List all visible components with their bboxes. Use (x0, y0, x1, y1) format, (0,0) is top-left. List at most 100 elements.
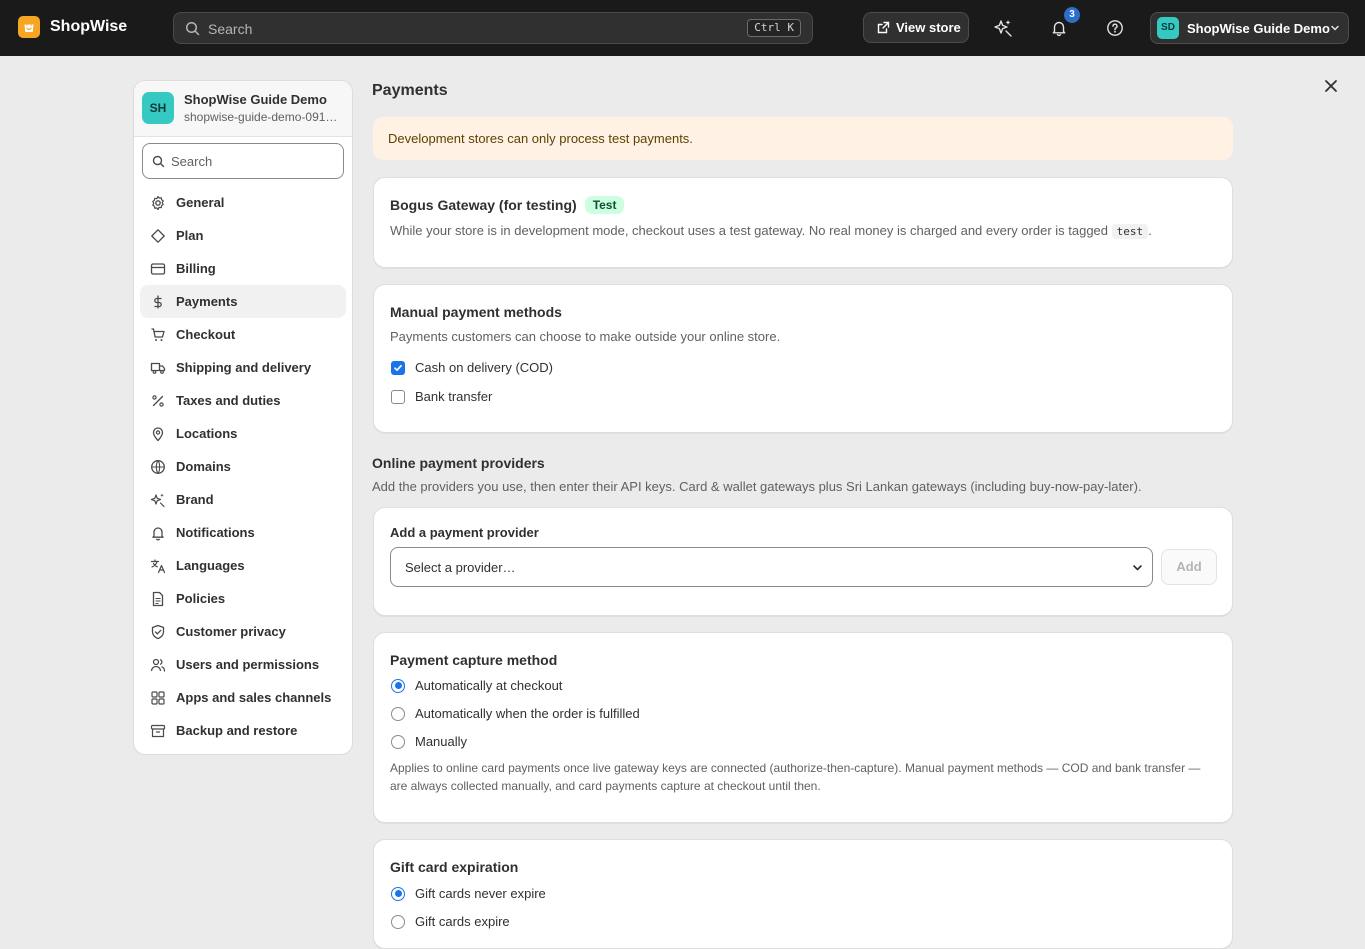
sidebar-item-users[interactable]: Users and permissions (140, 648, 346, 681)
sidebar-item-billing[interactable]: Billing (140, 252, 346, 285)
gift-expire-option[interactable]: Gift cards expire (391, 914, 510, 929)
truck-icon (150, 362, 166, 374)
document-icon (152, 591, 164, 606)
add-provider-title: Add a payment provider (390, 525, 539, 540)
gift-expire-radio[interactable] (391, 914, 405, 929)
online-providers-description: Add the providers you use, then enter th… (372, 479, 1142, 494)
sidebar-item-label: Taxes and duties (176, 393, 281, 408)
shopping-bag-logo-icon[interactable] (18, 16, 40, 38)
online-providers-title: Online payment providers (372, 455, 545, 471)
capture-manual-option[interactable]: Manually (391, 734, 467, 749)
close-settings-button[interactable] (1319, 74, 1343, 98)
gift-never-expire-option[interactable]: Gift cards never expire (391, 886, 546, 901)
sidebar-item-label: Shipping and delivery (176, 360, 312, 375)
sidebar-item-notifications[interactable]: Notifications (140, 516, 346, 549)
test-badge: Test (584, 196, 625, 214)
provider-select[interactable]: Select a provider… (390, 547, 1153, 587)
banner-text: Development stores can only process test… (388, 131, 693, 146)
sidebar-item-label: Brand (176, 492, 214, 507)
translate-icon (150, 558, 166, 573)
sidebar-item-label: Users and permissions (176, 657, 320, 672)
notification-count-badge: 3 (1064, 7, 1080, 23)
sidebar-item-payments[interactable]: Payments (140, 285, 346, 318)
capture-on-fulfill-option[interactable]: Automatically when the order is fulfille… (391, 706, 640, 721)
credit-card-icon (150, 262, 166, 275)
sidebar-item-label: Languages (176, 558, 245, 573)
account-menu-button[interactable]: SD ShopWise Guide Demo (1150, 12, 1349, 44)
search-placeholder: Search (208, 21, 253, 37)
settings-search-input[interactable]: Search (142, 143, 344, 179)
chevron-down-icon (1329, 22, 1341, 34)
bank-transfer-checkbox[interactable] (391, 389, 405, 404)
capture-auto-checkout-radio[interactable] (391, 678, 405, 693)
capture-option-label: Manually (415, 734, 468, 749)
settings-search-placeholder: Search (171, 154, 213, 169)
gift-option-label: Gift cards never expire (415, 886, 546, 901)
sidebar-item-policies[interactable]: Policies (140, 582, 346, 615)
help-icon[interactable] (1101, 14, 1129, 42)
chevron-down-icon (1131, 561, 1144, 574)
apps-grid-icon (151, 690, 165, 705)
sidebar-item-taxes[interactable]: Taxes and duties (140, 384, 346, 417)
sidebar-item-label: Policies (176, 591, 226, 606)
manual-methods-description: Payments customers can choose to make ou… (390, 329, 781, 344)
sidebar-item-general[interactable]: General (140, 186, 346, 219)
sidebar-item-customer-privacy[interactable]: Customer privacy (140, 615, 346, 648)
percent-icon (152, 394, 164, 407)
manual-payment-methods-card: Manual payment methods Payments customer… (373, 284, 1233, 433)
users-icon (150, 658, 166, 672)
sidebar-item-shipping[interactable]: Shipping and delivery (140, 351, 346, 384)
sidebar-item-label: Domains (176, 459, 231, 474)
manual-methods-title: Manual payment methods (390, 304, 562, 320)
bank-transfer-option[interactable]: Bank transfer (391, 389, 492, 404)
global-search-input[interactable]: Search Ctrl K (173, 12, 813, 44)
test-tag: test (1111, 224, 1149, 239)
sidebar-item-label: Notifications (176, 525, 255, 540)
capture-option-label: Automatically at checkout (415, 678, 563, 693)
sidebar-item-plan[interactable]: Plan (140, 219, 346, 252)
sidebar-item-label: Apps and sales channels (176, 690, 332, 705)
account-name: ShopWise Guide Demo (1187, 20, 1330, 36)
sidebar-item-backup[interactable]: Backup and restore (140, 714, 346, 747)
gift-card-expiration-card: Gift card expiration Gift cards never ex… (373, 839, 1233, 949)
sidekick-sparkle-icon[interactable] (989, 14, 1017, 42)
add-provider-card: Add a payment provider Select a provider… (373, 507, 1233, 616)
capture-option-label: Automatically when the order is fulfille… (415, 706, 640, 721)
provider-select-value: Select a provider… (405, 560, 516, 575)
gift-option-label: Gift cards expire (415, 914, 510, 929)
sidebar-item-brand[interactable]: Brand (140, 483, 346, 516)
account-avatar: SD (1157, 17, 1179, 39)
store-switcher[interactable]: SH ShopWise Guide Demo shopwise-guide-de… (134, 81, 352, 137)
top-bar: ShopWise Search Ctrl K View store 3 SD S… (0, 0, 1365, 56)
sidebar-item-apps[interactable]: Apps and sales channels (140, 681, 346, 714)
store-avatar: SH (142, 92, 174, 124)
gift-card-title: Gift card expiration (390, 859, 519, 875)
sidebar-item-label: Payments (176, 294, 238, 309)
bogus-gateway-card: Bogus Gateway (for testing) Test While yo… (373, 177, 1233, 268)
bogus-gateway-description: While your store is in development mode,… (390, 223, 1152, 239)
brand-name: ShopWise (50, 18, 128, 35)
capture-on-fulfill-radio[interactable] (391, 706, 405, 721)
add-provider-button[interactable]: Add (1161, 549, 1217, 585)
capture-auto-checkout-option[interactable]: Automatically at checkout (391, 678, 562, 693)
cod-checkbox[interactable] (391, 360, 405, 375)
bogus-gateway-heading: Bogus Gateway (for testing) Test (390, 196, 625, 214)
sidebar-item-languages[interactable]: Languages (140, 549, 346, 582)
capture-manual-radio[interactable] (391, 734, 405, 749)
cod-option[interactable]: Cash on delivery (COD) (391, 360, 553, 375)
archive-icon (150, 724, 166, 737)
sidebar-item-label: Locations (176, 426, 238, 441)
sidebar-item-checkout[interactable]: Checkout (140, 318, 346, 351)
sidebar-item-label: Billing (176, 261, 216, 276)
shield-icon (151, 624, 165, 639)
page-title: Payments (372, 82, 448, 99)
sidebar-item-domains[interactable]: Domains (140, 450, 346, 483)
cod-label: Cash on delivery (COD) (415, 360, 553, 375)
view-store-button[interactable]: View store (863, 12, 969, 43)
diamond-icon (151, 228, 165, 243)
gift-never-expire-radio[interactable] (391, 886, 405, 901)
store-url: shopwise-guide-demo-0919.myshopwise.com (184, 110, 344, 124)
keyboard-shortcut-hint: Ctrl K (747, 19, 801, 37)
sidebar-item-locations[interactable]: Locations (140, 417, 346, 450)
external-link-icon (877, 21, 890, 34)
